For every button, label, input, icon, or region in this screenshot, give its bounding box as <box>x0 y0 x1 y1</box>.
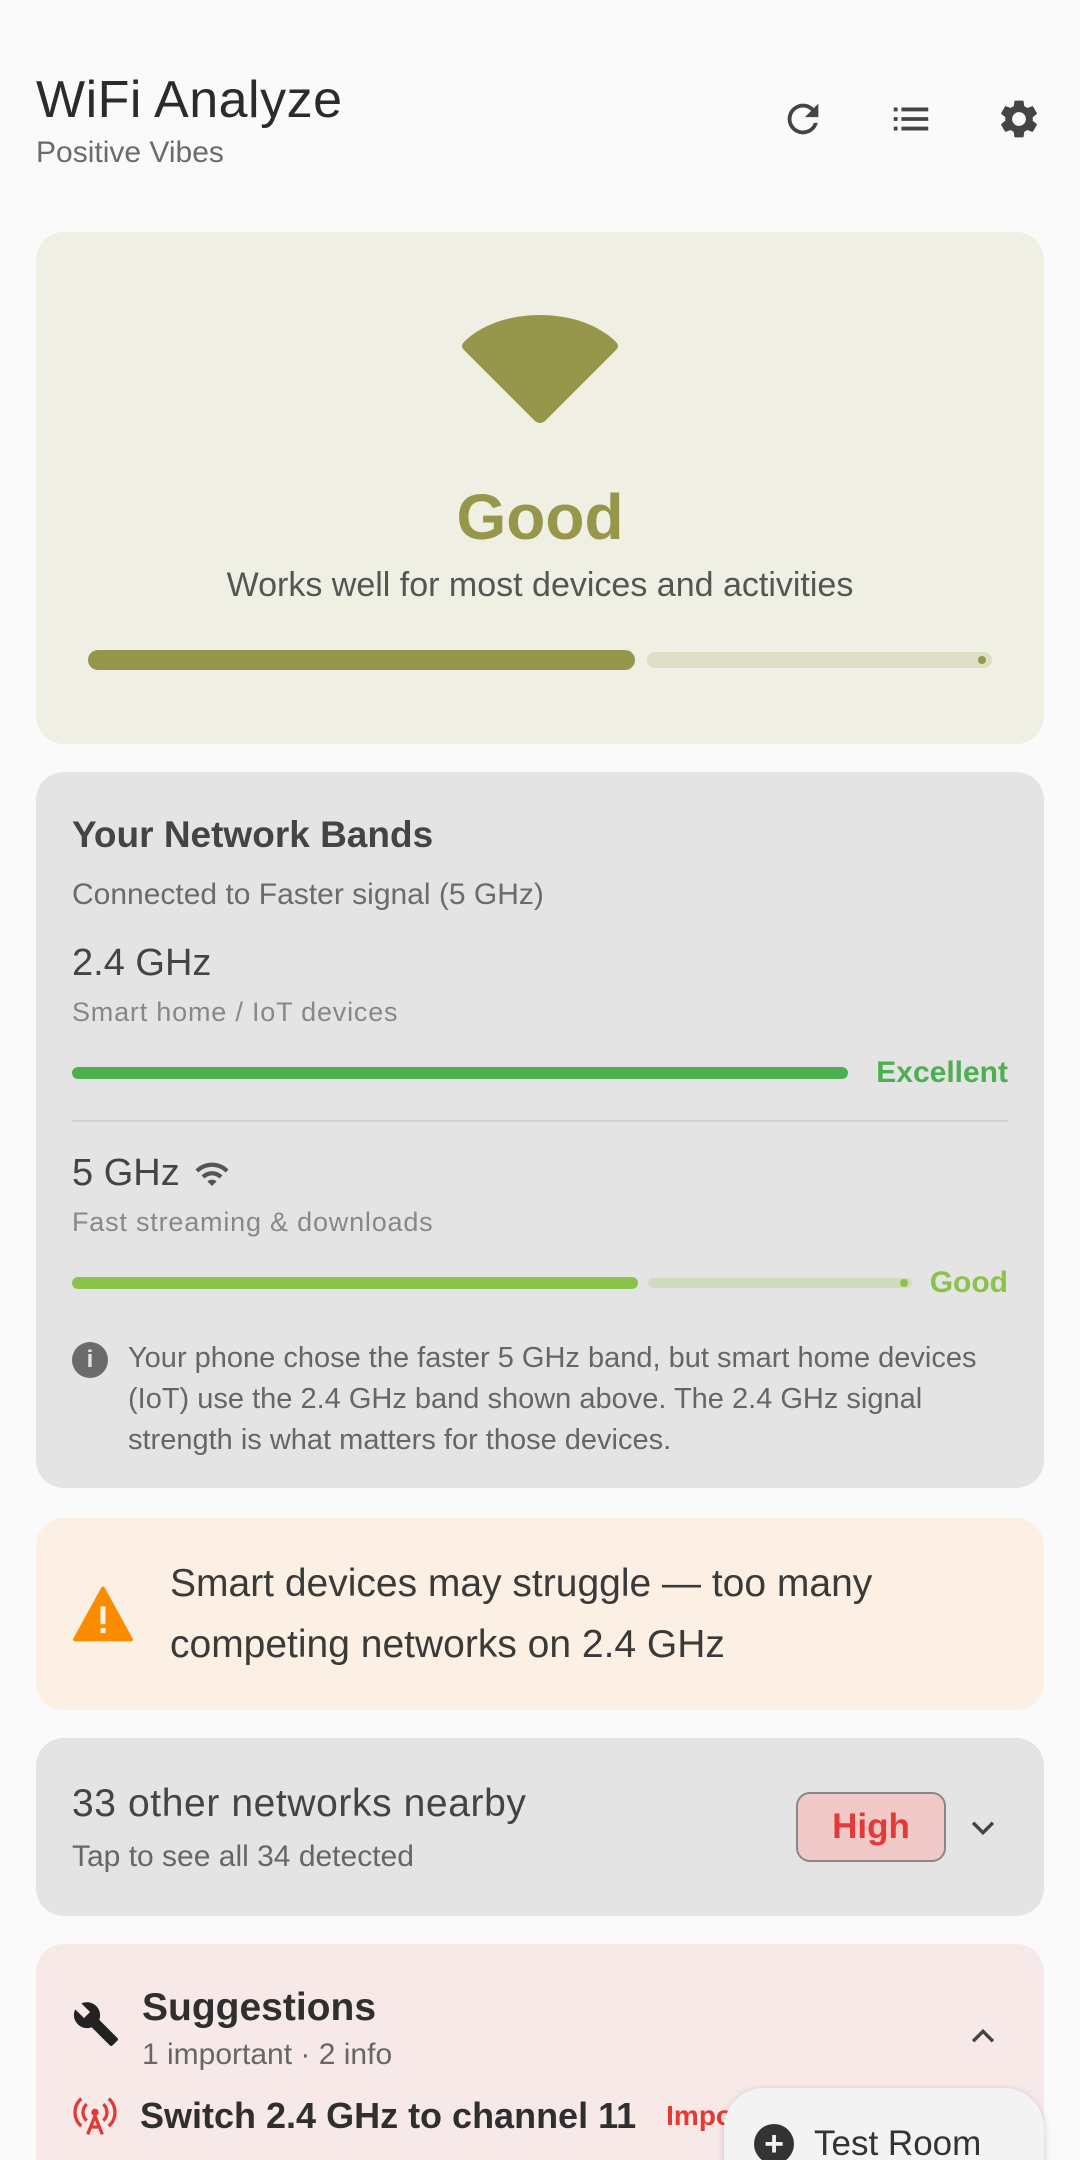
track-end-dot <box>899 1279 908 1287</box>
suggestions-header[interactable]: Suggestions 1 important · 2 info <box>72 1986 1008 2072</box>
band-2-4ghz: 2.4 GHz Smart home / IoT devices Excelle… <box>72 942 1008 1090</box>
congestion-warning-card: Smart devices may struggle — too many co… <box>36 1518 1044 1710</box>
band-strength-bar: Excellent <box>72 1056 1008 1090</box>
settings-icon <box>1001 100 1037 138</box>
refresh-button[interactable] <box>778 94 828 144</box>
chevron-up-icon[interactable] <box>966 2020 1000 2054</box>
add-circle-icon: + <box>754 2124 794 2160</box>
warning-icon <box>73 1586 133 1642</box>
network-bands-card: Your Network Bands Connected to Faster s… <box>36 772 1044 1488</box>
test-room-label: Test Room <box>814 2124 982 2160</box>
chevron-down-icon[interactable] <box>966 1810 1000 1844</box>
band-rating: Excellent <box>876 1056 1008 1089</box>
band-name: 2.4 GHz <box>72 942 1008 985</box>
band-name-text: 5 GHz <box>72 1152 180 1194</box>
suggestions-title: Suggestions <box>142 1986 377 2029</box>
bands-connected-text: Connected to Faster signal (5 GHz) <box>72 878 544 911</box>
refresh-icon <box>787 103 819 135</box>
wifi-signal-icon <box>462 315 618 423</box>
signal-strength-track <box>646 652 992 668</box>
settings-button[interactable] <box>994 94 1044 144</box>
track-end-dot <box>978 656 986 664</box>
nearby-networks-card[interactable]: 33 other networks nearby Tap to see all … <box>36 1738 1044 1916</box>
bands-title: Your Network Bands <box>72 814 434 855</box>
signal-quality-description: Works well for most devices and activiti… <box>226 566 854 604</box>
band-name-text: 2.4 GHz <box>72 942 212 984</box>
list-button[interactable] <box>886 94 936 144</box>
list-icon <box>893 107 929 131</box>
suggestions-subtitle: 1 important · 2 info <box>142 2038 393 2071</box>
signal-strength-fill <box>88 650 635 670</box>
band-strength-fill <box>72 1277 639 1289</box>
band-description: Fast streaming & downloads <box>72 1207 434 1237</box>
signal-strength-bar <box>88 650 992 670</box>
wrench-icon <box>73 2002 118 2046</box>
warning-text: Smart devices may struggle — too many co… <box>170 1562 873 1666</box>
suggestion-item-text: Switch 2.4 GHz to channel 11 <box>140 2095 637 2136</box>
congestion-badge: High <box>796 1792 946 1862</box>
antenna-icon <box>73 2097 117 2135</box>
band-5ghz: 5 GHz Fast streaming & downloads Good <box>72 1152 1008 1300</box>
signal-status-card: Good Works well for most devices and act… <box>36 232 1044 744</box>
band-divider <box>72 1120 1008 1122</box>
band-info-note: i Your phone chose the faster 5 GHz band… <box>72 1338 1008 1461</box>
band-strength-bar: Good <box>72 1266 1008 1300</box>
band-rating: Good <box>929 1266 1008 1299</box>
signal-quality-label: Good <box>456 481 624 553</box>
app-header: WiFi Analyze Positive Vibes <box>36 70 1044 190</box>
test-room-button[interactable]: + Test Room <box>724 2088 1044 2160</box>
band-strength-track <box>648 1278 912 1288</box>
header-actions <box>778 94 1044 144</box>
wifi-icon <box>195 1162 229 1186</box>
band-name: 5 GHz <box>72 1152 1008 1195</box>
band-description: Smart home / IoT devices <box>72 997 399 1027</box>
band-strength-fill <box>72 1067 849 1079</box>
info-icon: i <box>72 1342 108 1378</box>
band-info-text: Your phone chose the faster 5 GHz band, … <box>128 1342 977 1456</box>
